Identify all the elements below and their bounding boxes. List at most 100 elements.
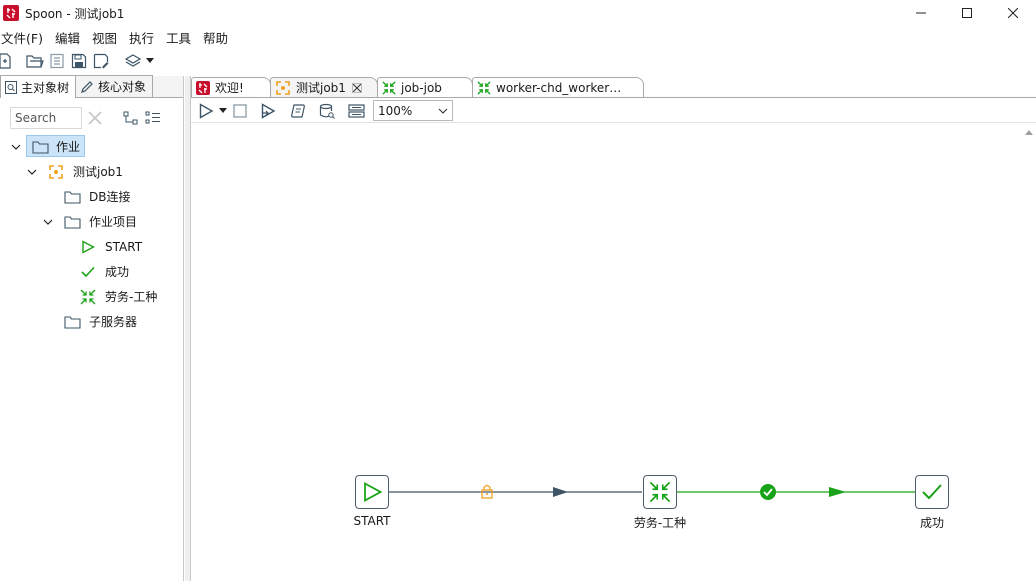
- zoom-select[interactable]: 100%: [373, 100, 453, 121]
- node-job-entry[interactable]: [643, 475, 677, 509]
- node-start[interactable]: [355, 475, 389, 509]
- job-entry-icon: [382, 80, 396, 95]
- collapse-tree-icon[interactable]: [123, 111, 139, 125]
- node-job-entry-label: 劳务-工种: [633, 516, 687, 530]
- chevron-down-icon: [438, 108, 448, 114]
- check-circle-icon: [760, 484, 776, 500]
- close-window-button[interactable]: [990, 0, 1036, 26]
- minimize-button[interactable]: [898, 0, 944, 26]
- tab-label: job-job: [401, 80, 442, 95]
- zoom-value: 100%: [378, 103, 413, 118]
- dropdown-arrow-icon[interactable]: [144, 50, 156, 72]
- run-icon[interactable]: [195, 100, 217, 122]
- folder-icon: [63, 188, 81, 206]
- close-icon: [1008, 8, 1018, 18]
- tree-item-success[interactable]: 成功: [0, 259, 184, 284]
- explore-repository-icon[interactable]: [46, 50, 68, 72]
- script-icon[interactable]: [287, 100, 309, 122]
- chevron-down-icon[interactable]: [26, 166, 38, 178]
- node-success[interactable]: [915, 475, 949, 509]
- layout-icon[interactable]: [345, 100, 367, 122]
- run-options-dropdown-icon[interactable]: [217, 100, 229, 122]
- tree-item-db-connections[interactable]: DB连接: [0, 184, 184, 209]
- spoon-logo-icon: [196, 80, 210, 95]
- preview-run-icon[interactable]: [258, 100, 280, 122]
- tree-item-job-entry[interactable]: 劳务-工种: [0, 284, 184, 309]
- window-title: Spoon - 测试job1: [25, 6, 125, 21]
- tab-job-job[interactable]: job-job: [377, 77, 473, 97]
- minimize-icon: [916, 12, 926, 14]
- left-panel-tabs: 主对象树 核心对象: [0, 75, 183, 98]
- tab-label: worker-chd_worker…: [496, 80, 622, 95]
- tree-item-job-entries[interactable]: 作业项目: [0, 209, 184, 234]
- tab-core-objects[interactable]: 核心对象: [75, 75, 154, 97]
- tab-label: 欢迎!: [215, 81, 244, 95]
- maximize-icon: [962, 8, 972, 18]
- start-icon: [79, 238, 97, 256]
- editor-tab-strip: 欢迎! 测试job1 job-job worker-chd_worker…: [191, 77, 1036, 98]
- tab-worker-chd-worker[interactable]: worker-chd_worker…: [472, 77, 644, 97]
- folder-icon: [31, 138, 49, 156]
- tree-item-label: DB连接: [89, 190, 131, 204]
- chevron-down-icon[interactable]: [10, 141, 22, 153]
- layers-icon[interactable]: [122, 50, 144, 72]
- pencil-icon: [80, 80, 94, 94]
- save-as-icon[interactable]: [90, 50, 112, 72]
- menu-view[interactable]: 视图: [92, 28, 123, 47]
- tab-core-objects-label: 核心对象: [98, 80, 147, 94]
- folder-icon: [63, 313, 81, 331]
- tree-item-label: 作业: [56, 140, 81, 154]
- tree-item-jobs[interactable]: 作业: [0, 134, 184, 159]
- expand-list-icon[interactable]: [145, 111, 161, 125]
- main-toolbar: [0, 48, 1036, 74]
- tab-main-object-tree-label: 主对象树: [21, 80, 70, 95]
- tree-item-label: 作业项目: [89, 215, 138, 229]
- canvas-vertical-scrollbar[interactable]: [1022, 124, 1036, 581]
- panel-splitter[interactable]: [185, 76, 191, 581]
- menu-run[interactable]: 执行: [129, 28, 160, 47]
- menu-file[interactable]: 文件(F): [1, 28, 49, 47]
- tree-item-label: 子服务器: [89, 315, 138, 329]
- menu-edit[interactable]: 编辑: [55, 28, 86, 47]
- start-icon: [364, 481, 383, 503]
- sql-check-icon[interactable]: [316, 100, 338, 122]
- menu-bar: 文件(F) 编辑 视图 执行 工具 帮助: [0, 27, 240, 47]
- menu-tools[interactable]: 工具: [166, 28, 197, 47]
- tree-item-label: 测试job1: [73, 165, 123, 179]
- new-file-icon[interactable]: [0, 50, 16, 72]
- editor-toolbar: 100%: [191, 99, 1036, 123]
- stop-icon[interactable]: [229, 100, 251, 122]
- open-folder-icon[interactable]: [24, 50, 46, 72]
- job-entry-icon: [649, 481, 671, 503]
- title-bar: Spoon - 测试job1: [0, 0, 1036, 26]
- save-icon[interactable]: [68, 50, 90, 72]
- job-icon: [47, 163, 65, 181]
- close-tab-icon[interactable]: [351, 82, 362, 93]
- maximize-button[interactable]: [944, 0, 990, 26]
- object-tree: 作业 测试job1 DB连接 作业项目 START 成功 劳务-工种 子服务器: [0, 134, 184, 334]
- search-input[interactable]: Search: [10, 107, 82, 129]
- left-panel: 主对象树 核心对象 Search 作业 测试job1 DB连接 作业项目 STA…: [0, 75, 184, 581]
- job-entry-icon: [79, 288, 97, 306]
- folder-icon: [63, 213, 81, 231]
- chevron-down-icon[interactable]: [42, 216, 54, 228]
- tab-test-job1[interactable]: 测试job1: [270, 77, 378, 97]
- tree-item-label: 成功: [105, 265, 130, 279]
- menu-help[interactable]: 帮助: [203, 28, 234, 47]
- tab-main-object-tree[interactable]: 主对象树: [0, 75, 77, 98]
- spoon-logo-icon: [3, 5, 19, 21]
- scroll-up-arrow-icon[interactable]: [1022, 126, 1036, 140]
- clear-search-icon[interactable]: [88, 111, 102, 125]
- tab-label: 测试job1: [296, 81, 346, 95]
- tab-welcome[interactable]: 欢迎!: [191, 77, 271, 97]
- job-icon: [275, 80, 291, 96]
- tree-item-start[interactable]: START: [0, 234, 184, 259]
- node-start-label: START: [353, 514, 391, 528]
- success-check-icon: [79, 263, 97, 281]
- hop-arrow-head: [553, 487, 568, 497]
- job-canvas[interactable]: START 劳务-工种 成功: [196, 124, 1022, 581]
- success-check-icon: [922, 484, 942, 500]
- hop-arrow-head: [829, 487, 846, 497]
- tree-item-slave-servers[interactable]: 子服务器: [0, 309, 184, 334]
- tree-item-job[interactable]: 测试job1: [0, 159, 184, 184]
